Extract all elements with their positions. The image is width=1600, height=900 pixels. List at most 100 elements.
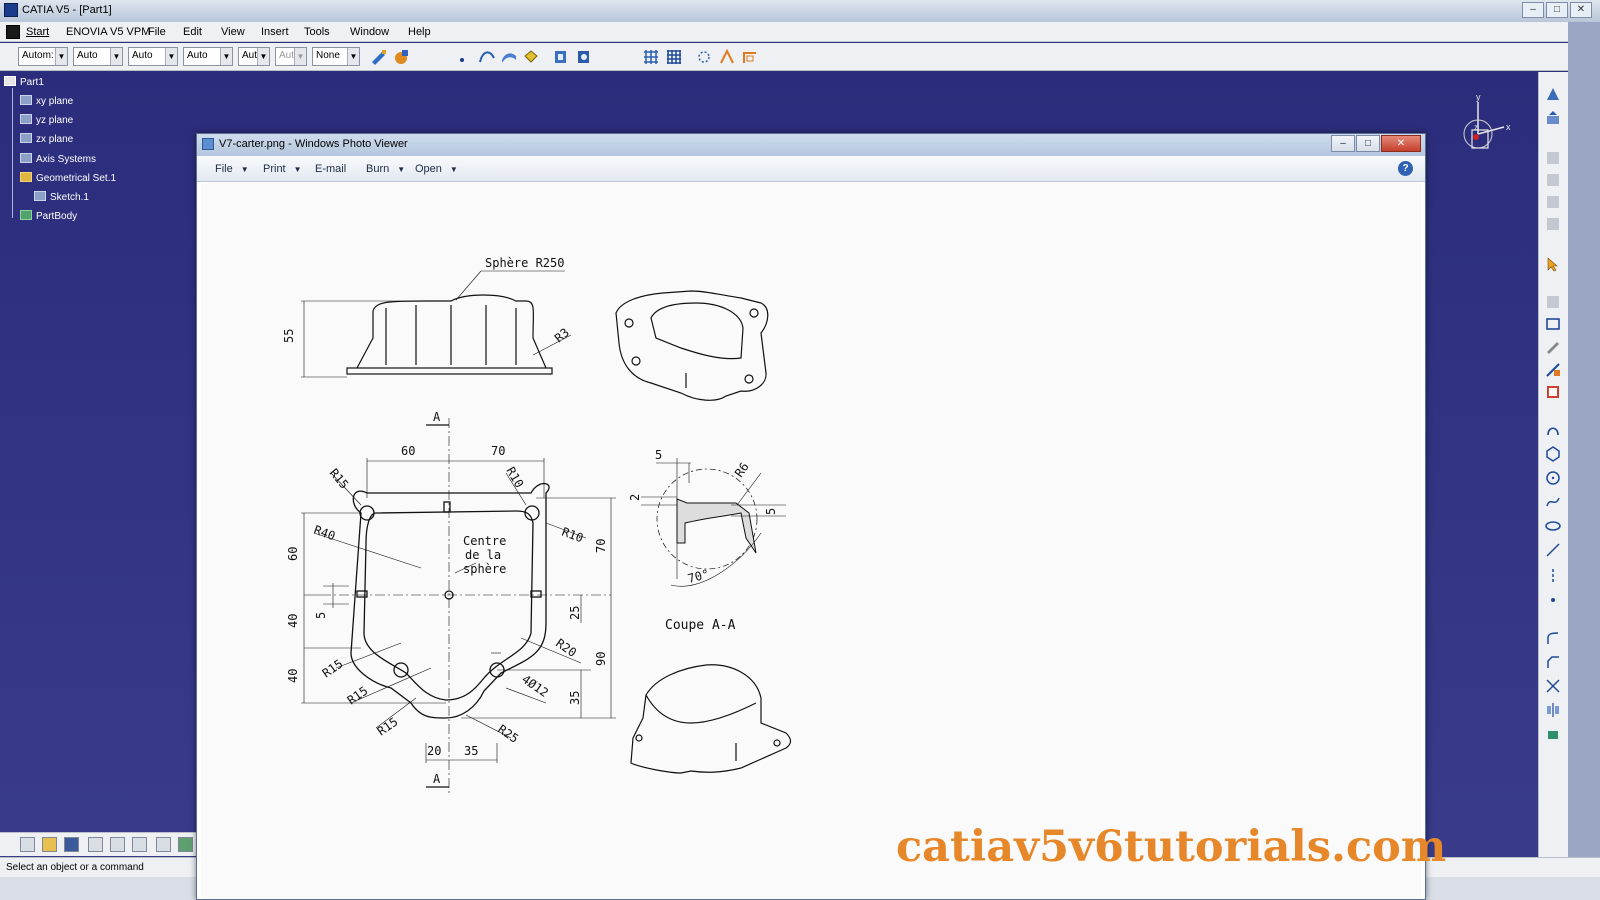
undo-icon[interactable] <box>178 837 193 852</box>
point-symbol-combo[interactable]: Aut ▼ <box>238 47 270 66</box>
pv-menu-email[interactable]: E-mail <box>315 163 346 175</box>
tree-item-sketch[interactable]: Sketch.1 <box>34 191 89 203</box>
pv-menu-print[interactable]: Print ▼ <box>263 163 302 175</box>
layer-filter-combo[interactable]: None ▼ <box>312 47 360 66</box>
compass-x-label: x <box>1506 122 1511 132</box>
spline-icon[interactable] <box>1545 494 1561 510</box>
grey-tool-icon-3[interactable] <box>1545 194 1561 210</box>
menu-start[interactable]: Start <box>26 26 49 38</box>
pv-minimize-button[interactable]: – <box>1331 135 1355 152</box>
point-tool-icon[interactable] <box>1545 592 1561 608</box>
linetype-combo[interactable]: Auto ▼ <box>128 47 178 66</box>
menu-edit[interactable]: Edit <box>183 26 202 38</box>
snap-grid-icon[interactable] <box>665 48 683 66</box>
table-tool-icon[interactable] <box>1545 384 1561 400</box>
transparency-combo[interactable]: Auto ▼ <box>73 47 123 66</box>
pv-menu-file[interactable]: File ▼ <box>215 163 249 175</box>
label-s5b: 5 <box>764 508 778 515</box>
menu-file[interactable]: File <box>148 26 166 38</box>
pv-close-button[interactable]: ✕ <box>1381 135 1421 152</box>
label-coupe: Coupe A-A <box>665 618 736 633</box>
photo-viewer-menu: File ▼ Print ▼ E-mail Burn ▼ Open ▼ ? <box>197 156 1425 182</box>
geometric-constraints-icon[interactable] <box>718 48 736 66</box>
catia-window-controls: – □ ✕ <box>1522 2 1592 18</box>
tree-item-xy-plane[interactable]: xy plane <box>20 95 73 107</box>
trim-icon[interactable] <box>1545 678 1561 694</box>
construction-icon[interactable] <box>695 48 713 66</box>
curve-icon[interactable] <box>478 48 496 66</box>
sketch-tools-icon[interactable] <box>1545 362 1561 378</box>
isometric-view-top <box>615 290 769 401</box>
pv-maximize-button[interactable]: □ <box>1356 135 1380 152</box>
pv-menu-burn[interactable]: Burn ▼ <box>366 163 405 175</box>
tree-item-partbody[interactable]: PartBody <box>20 210 77 222</box>
ellipse-icon[interactable] <box>1545 518 1561 534</box>
tree-item-yz-plane[interactable]: yz plane <box>20 114 73 126</box>
select-arrow-icon[interactable] <box>1545 256 1561 272</box>
close-button[interactable]: ✕ <box>1570 2 1592 18</box>
solid-icon[interactable] <box>522 48 540 66</box>
cutting-icon[interactable] <box>1545 422 1561 438</box>
menu-enovia[interactable]: ENOVIA V5 VPM <box>66 26 150 38</box>
label-section-a-bottom: A <box>433 772 441 786</box>
profile-icon[interactable] <box>1545 316 1561 332</box>
maximize-button[interactable]: □ <box>1546 2 1568 18</box>
export-icon[interactable] <box>1545 110 1561 126</box>
new-file-icon[interactable] <box>20 837 35 852</box>
lineweight-combo[interactable]: Auto ▼ <box>183 47 233 66</box>
start-icon[interactable] <box>6 25 20 39</box>
menu-window[interactable]: Window <box>350 26 389 38</box>
hexagon-icon[interactable] <box>1545 446 1561 462</box>
corner-icon[interactable] <box>1545 630 1561 646</box>
grey-tool-icon-2[interactable] <box>1545 172 1561 188</box>
partbody-icon <box>20 210 32 220</box>
menu-tools[interactable]: Tools <box>304 26 330 38</box>
point-icon[interactable] <box>456 48 474 66</box>
tree-item-axis-systems[interactable]: Axis Systems <box>20 153 96 165</box>
help-icon[interactable]: ? <box>1398 161 1413 176</box>
print-icon[interactable] <box>88 837 103 852</box>
painter-icon[interactable] <box>370 48 388 66</box>
mirror-icon[interactable] <box>1545 702 1561 718</box>
grey-tool-icon-4[interactable] <box>1545 216 1561 232</box>
tree-item-zx-plane[interactable]: zx plane <box>20 133 73 145</box>
surface-icon[interactable] <box>500 48 518 66</box>
pencil-icon[interactable] <box>1545 338 1561 354</box>
pv-menu-open[interactable]: Open ▼ <box>415 163 458 175</box>
minimize-button[interactable]: – <box>1522 2 1544 18</box>
geometrical-set-icon <box>20 172 32 182</box>
catia-window-title: CATIA V5 - [Part1] <box>22 4 112 16</box>
open-folder-icon[interactable] <box>42 837 57 852</box>
copy-icon[interactable] <box>132 837 147 852</box>
tree-root[interactable]: Part1 <box>4 76 44 88</box>
line-icon[interactable] <box>1545 542 1561 558</box>
menu-view[interactable]: View <box>221 26 245 38</box>
circle-icon[interactable] <box>1545 470 1561 486</box>
axis-compass[interactable]: y x z <box>1456 94 1536 164</box>
exit-workbench-icon[interactable] <box>1545 86 1561 102</box>
grey-tool-icon-5[interactable] <box>1545 294 1561 310</box>
save-icon[interactable] <box>64 837 79 852</box>
grid-icon[interactable] <box>642 48 660 66</box>
grey-tool-icon-1[interactable] <box>1545 150 1561 166</box>
swap-view-icon[interactable] <box>552 48 570 66</box>
menu-insert[interactable]: Insert <box>261 26 289 38</box>
color-combo[interactable]: Autom: ▼ <box>18 47 68 66</box>
tree-item-geometrical-set[interactable]: Geometrical Set.1 <box>20 172 116 184</box>
plane-icon <box>20 95 32 105</box>
label-v5: 5 <box>314 612 328 619</box>
layer-combo[interactable]: Aut ▼ <box>275 47 307 66</box>
axis-icon[interactable] <box>1545 568 1561 584</box>
catia-toolbar: Autom: ▼ Auto ▼ Auto ▼ Auto ▼ Aut ▼ Aut ▼ None… <box>0 43 1600 71</box>
cut-icon[interactable] <box>110 837 125 852</box>
paste-icon[interactable] <box>156 837 171 852</box>
dimensional-constraints-icon[interactable] <box>741 48 759 66</box>
photo-viewer-icon <box>202 138 214 150</box>
properties-icon[interactable] <box>392 48 410 66</box>
photo-viewer-canvas[interactable]: Sphère R250 55 R3 A A 60 70 R15 R10 R10 … <box>201 183 1421 899</box>
project-3d-icon[interactable] <box>1545 726 1561 742</box>
chamfer-icon[interactable] <box>1545 654 1561 670</box>
normal-view-icon[interactable] <box>575 48 593 66</box>
chevron-down-icon: ▼ <box>449 165 458 174</box>
menu-help[interactable]: Help <box>408 26 431 38</box>
